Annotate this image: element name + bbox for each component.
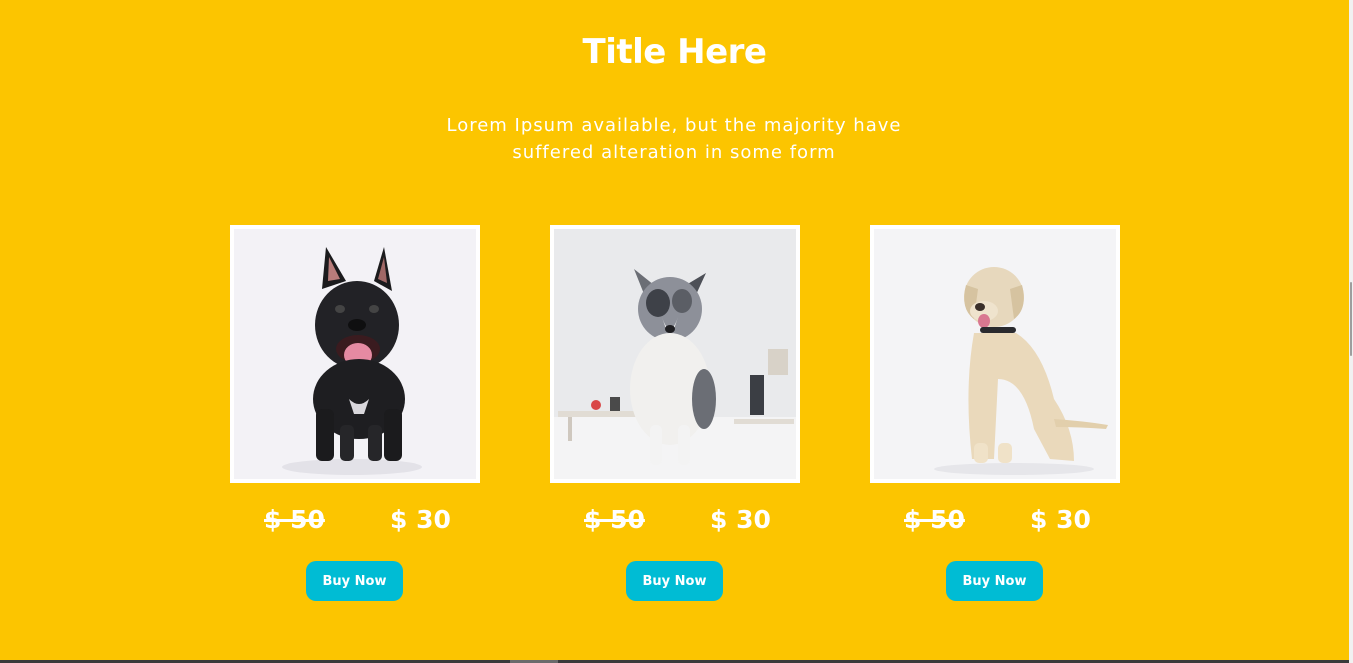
old-price: $ 50 [584,505,645,534]
product-card: $ 50 $ 30 Buy Now [550,225,800,601]
product-card: $ 50 $ 30 Buy Now [230,225,480,601]
old-price: $ 50 [264,505,325,534]
vertical-scrollbar-thumb[interactable] [1350,282,1352,356]
border-collie-puppy-photo-icon [554,229,796,479]
new-price: $ 30 [1030,505,1091,534]
buy-now-button[interactable]: Buy Now [946,561,1043,601]
product-image [870,225,1120,483]
page-subtitle: Lorem Ipsum available, but the majority … [446,115,902,163]
buy-now-button[interactable]: Buy Now [626,561,723,601]
labrador-photo-icon [874,229,1116,479]
product-card: $ 50 $ 30 Buy Now [870,225,1120,601]
product-image [230,225,480,483]
price-row: $ 50 $ 30 [870,505,1120,545]
new-price: $ 30 [390,505,451,534]
new-price: $ 30 [710,505,771,534]
french-bulldog-photo-icon [234,229,476,479]
buy-now-button[interactable]: Buy Now [306,561,403,601]
page-title: Title Here [582,32,768,72]
price-row: $ 50 $ 30 [230,505,480,545]
product-image [550,225,800,483]
old-price: $ 50 [904,505,965,534]
pricing-section: Title Here Lorem Ipsum available, but th… [0,0,1349,660]
price-row: $ 50 $ 30 [550,505,800,545]
